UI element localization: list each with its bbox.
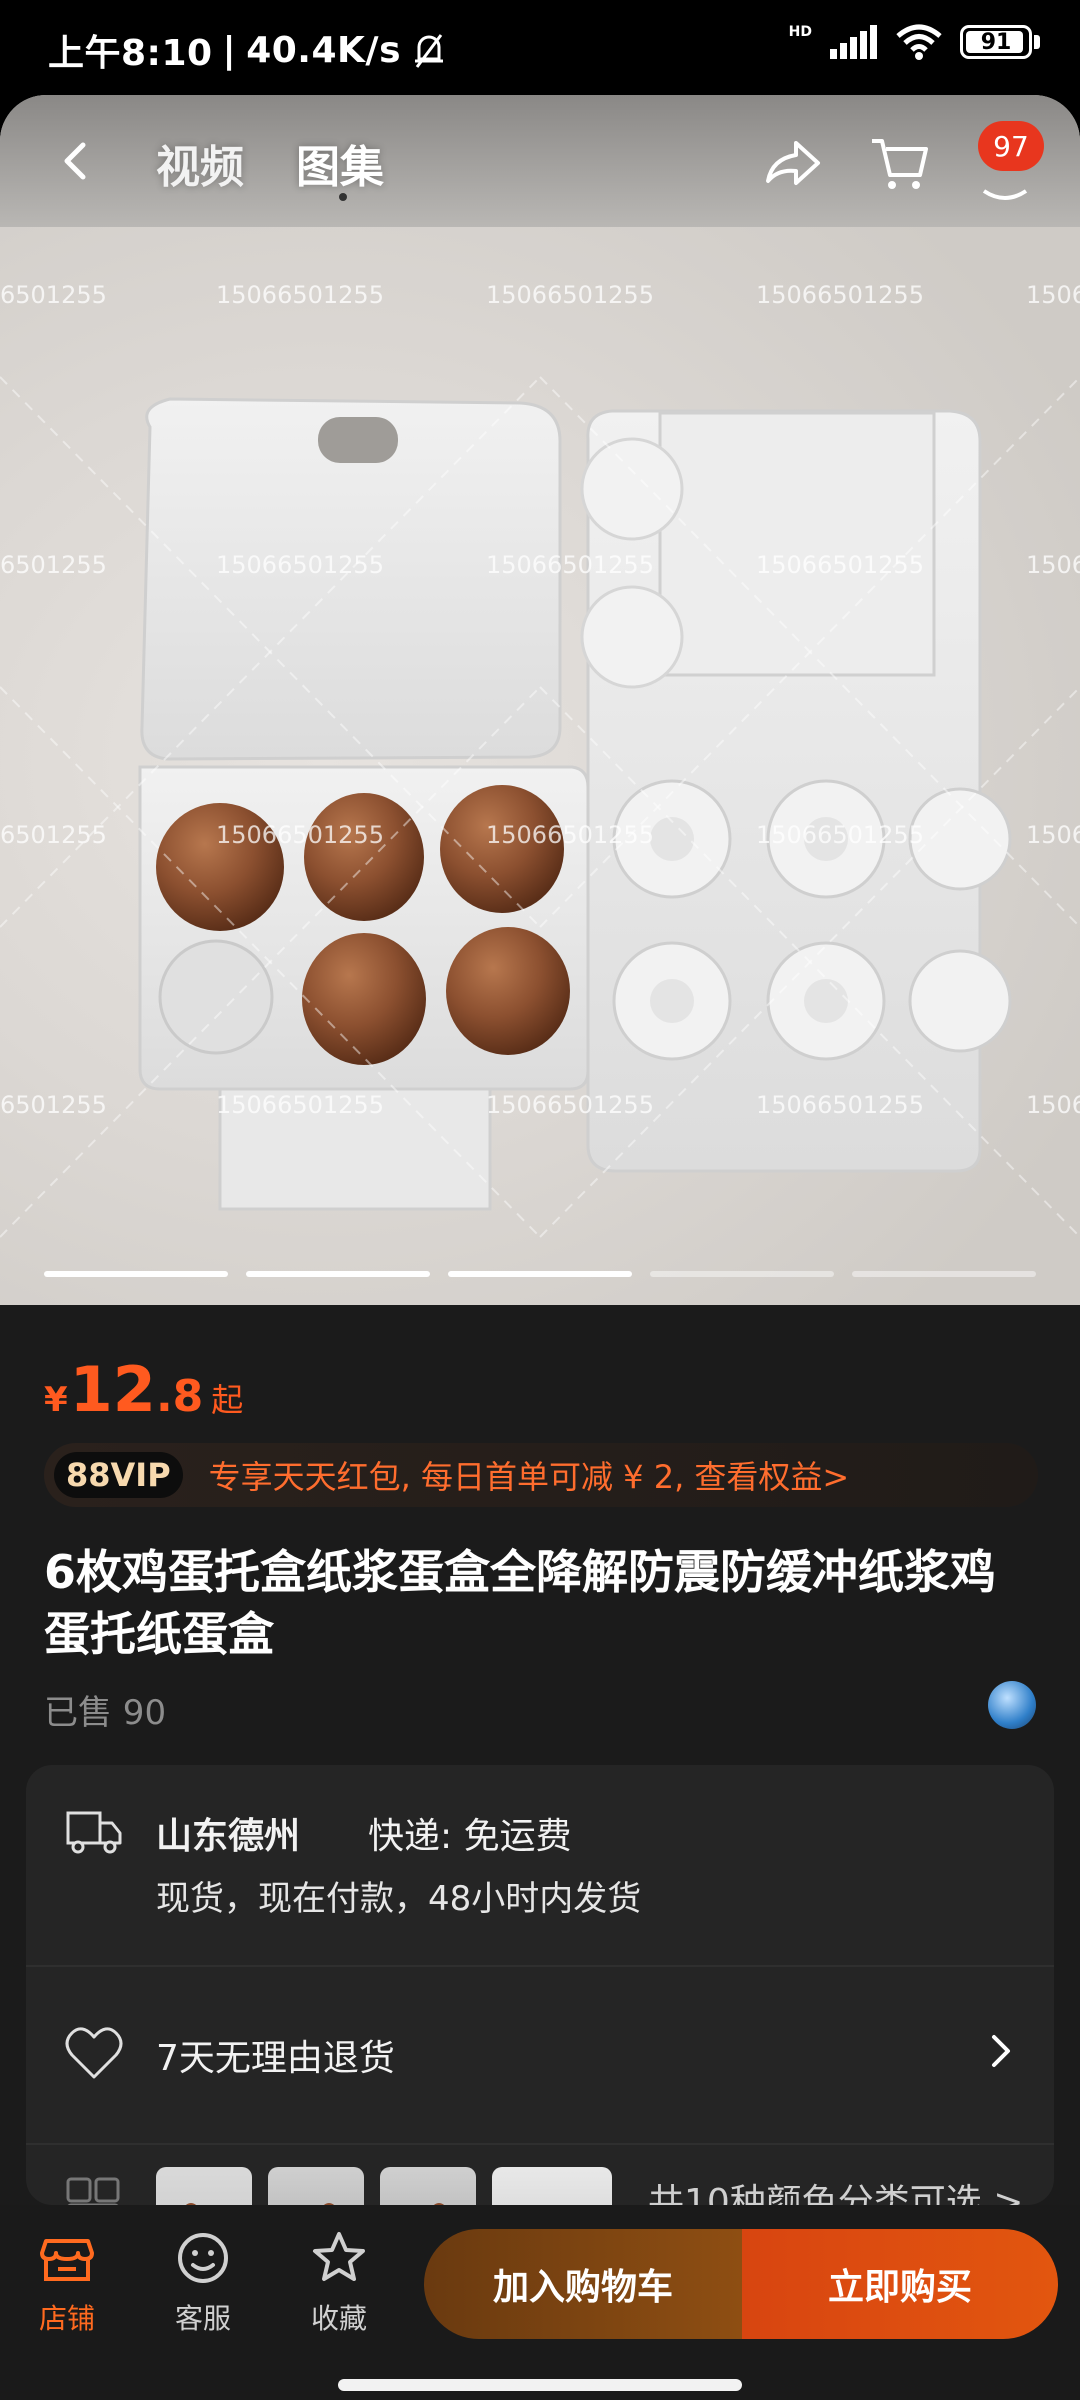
mute-bell-icon [415, 34, 443, 68]
star-icon [313, 2232, 365, 2281]
status-right: HD 91 [789, 24, 1040, 60]
watermark: 1506 [1026, 1091, 1080, 1119]
status-time: 上午8:10 [48, 33, 213, 74]
watermark: 15066501255 [216, 1091, 384, 1119]
cart-icon [872, 139, 928, 189]
tab-album[interactable]: 图集 [296, 131, 384, 195]
hd-label: HD [788, 24, 812, 40]
product-title: 6枚鸡蛋托盒纸浆蛋盒全降解防震防缓冲纸浆鸡蛋托纸蛋盒 [44, 1545, 997, 1661]
wifi-icon [896, 24, 942, 60]
shipping-detail: 现货，现在付款，48小时内发货 [156, 1879, 642, 1919]
watermark: 15066501255 [486, 821, 654, 849]
cart-button[interactable] [868, 131, 932, 195]
product-detail-sheet: ¥ 12 .8 起 88VIP 专享天天红包, 每日首单可减 ¥ 2, 查看权益… [0, 1305, 1080, 2227]
buy-now-button[interactable]: 立即购买 [742, 2229, 1058, 2339]
carousel-segment [852, 1271, 1036, 1277]
carousel-indicator [44, 1271, 1036, 1277]
shipping-method: 快递: 免运费 [368, 1816, 572, 1857]
return-policy: 7天无理由退货 [156, 2038, 395, 2079]
watermark: 6501255 [0, 551, 107, 579]
divider [26, 2143, 1054, 2145]
status-separator: | [222, 29, 237, 71]
price: ¥ 12 .8 起 [44, 1353, 243, 1426]
watermark: 1506 [1026, 821, 1080, 849]
truck-icon [66, 1811, 122, 1854]
share-icon [766, 141, 820, 185]
status-left: 上午8:10 | 40.4K/s [48, 24, 447, 76]
carousel-segment [650, 1271, 834, 1277]
watermark: 15066501255 [756, 551, 924, 579]
status-bar: 上午8:10 | 40.4K/s HD 91 [0, 0, 1080, 95]
info-card: 山东德州 快递: 免运费 现货，现在付款，48小时内发货 7天无理由退货 共10… [26, 1765, 1054, 2227]
customer-service-label: 客服 [174, 2302, 231, 2335]
sold-count: 已售 90 [44, 1693, 167, 1733]
battery-indicator: 91 [960, 25, 1032, 59]
price-suffix: 起 [211, 1381, 244, 1419]
watermark: 6501255 [0, 281, 107, 309]
chat-face-icon [178, 2233, 228, 2283]
tab-video[interactable]: 视频 [156, 131, 244, 195]
shop-label: 店铺 [38, 2302, 95, 2335]
watermark: 15066501255 [216, 821, 384, 849]
carousel-segment [44, 1271, 228, 1277]
bottom-action-bar: 店铺 客服 收藏 加入购物车 立即购买 [0, 2205, 1080, 2400]
product-gallery[interactable]: 视频 图集 97 6501255 15066501255 15066501255… [0, 95, 1080, 1305]
more-button[interactable] [980, 175, 1030, 215]
battery-level: 91 [980, 29, 1012, 55]
ship-from-location: 山东德州 [156, 1816, 301, 1857]
watermark: 6501255 [0, 821, 107, 849]
add-to-cart-button[interactable]: 加入购物车 [424, 2229, 742, 2339]
share-button[interactable] [760, 131, 824, 195]
carousel-segment [448, 1271, 632, 1277]
back-arrow-icon [64, 142, 86, 180]
vip-benefit-bar[interactable]: 88VIP 专享天天红包, 每日首单可减 ¥ 2, 查看权益> [44, 1443, 1038, 1507]
heart-shield-icon [65, 2027, 123, 2079]
status-net-speed: 40.4K/s [246, 29, 401, 71]
customer-service-button[interactable]: 客服 [148, 2229, 258, 2337]
store-icon [40, 2239, 94, 2281]
watermark: 15066501255 [756, 821, 924, 849]
more-icon [982, 189, 1028, 200]
signal-icon [830, 25, 877, 59]
vip-badge: 88VIP [54, 1452, 183, 1498]
returns-row[interactable]: 7天无理由退货 [26, 1967, 1054, 2143]
watermark: 15066501255 [216, 281, 384, 309]
price-decimal: .8 [155, 1371, 204, 1422]
cart-count-badge: 97 [978, 121, 1044, 171]
carousel-segment [246, 1271, 430, 1277]
vip-benefit-text: 专享天天红包, 每日首单可减 ¥ 2, 查看权益> [208, 1458, 850, 1496]
watermark: 15066501255 [216, 551, 384, 579]
favorite-label: 收藏 [310, 2302, 367, 2335]
watermark: 6501255 [0, 1091, 107, 1119]
chevron-right-icon [992, 2035, 1010, 2067]
watermark: 15066501255 [486, 281, 654, 309]
watermark: 1506 [1026, 551, 1080, 579]
watermark: 1506 [1026, 281, 1080, 309]
favorite-button[interactable]: 收藏 [284, 2229, 394, 2337]
price-currency: ¥ [44, 1380, 68, 1420]
shop-button[interactable]: 店铺 [12, 2229, 122, 2337]
active-tab-indicator [339, 193, 347, 201]
shop-avatar[interactable] [988, 1681, 1036, 1729]
watermark: 15066501255 [756, 281, 924, 309]
product-image[interactable] [0, 227, 1080, 1305]
watermark: 15066501255 [756, 1091, 924, 1119]
price-integer: 12 [69, 1353, 156, 1426]
battery-cap [1034, 35, 1040, 49]
watermark: 15066501255 [486, 1091, 654, 1119]
back-button[interactable] [48, 135, 100, 187]
home-indicator[interactable] [338, 2379, 742, 2391]
watermark: 15066501255 [486, 551, 654, 579]
